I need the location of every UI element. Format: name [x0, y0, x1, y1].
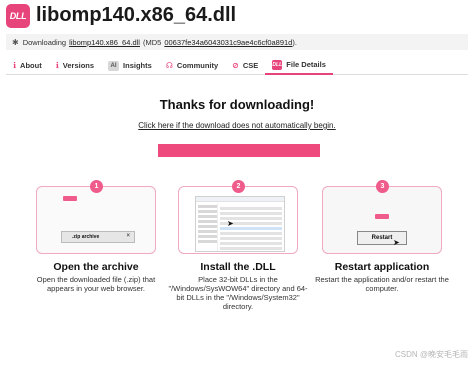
tab-community-label: Community: [176, 61, 219, 70]
tab-about-label: About: [20, 61, 42, 70]
tab-versions-label: Versions: [62, 61, 95, 70]
thanks-heading: Thanks for downloading!: [159, 97, 315, 112]
click-here-link[interactable]: Click here if the download does not auto…: [0, 121, 474, 130]
file-link[interactable]: libomp140.x86_64.dll: [69, 38, 140, 47]
versions-icon: ℹ: [55, 61, 59, 70]
downloading-label: Downloading: [22, 37, 67, 47]
ai-icon: AI: [108, 60, 120, 71]
tab-bar: ℹ About ℹ Versions AI Insights ☊ Communi…: [6, 56, 468, 75]
step-open-archive-card: 1 .zip archive ×: [36, 180, 156, 254]
dlls-logo: [375, 214, 389, 219]
tab-about[interactable]: ℹ About: [6, 56, 49, 75]
md5-close: ).: [292, 37, 297, 47]
tab-insights-label: Insights: [123, 61, 152, 70]
close-icon: ×: [126, 233, 130, 239]
step-number-badge: 2: [232, 180, 245, 193]
download-info-bar: ✱ Downloading libomp140.x86_64.dll (MD5 …: [6, 34, 468, 50]
page-title: libomp140.x86_64.dll: [36, 4, 237, 26]
step-title: Restart application: [334, 261, 430, 273]
tab-file-details[interactable]: DLL File Details: [265, 56, 333, 75]
file-explorer-illustration: [195, 196, 285, 252]
md5-value[interactable]: 00637fe34a6043031c9ae4c6cf0a891d: [164, 38, 292, 47]
dll-logo: DLL: [6, 4, 30, 28]
zip-archive-illustration: .zip archive ×: [61, 231, 135, 243]
progress-fill: [158, 144, 320, 157]
step-restart-card: 3 Restart ➤: [322, 180, 442, 254]
tab-community[interactable]: ☊ Community: [159, 56, 225, 75]
header: DLL libomp140.x86_64.dll: [0, 0, 474, 34]
watermark: CSDN @晚安毛毛雨: [394, 350, 468, 359]
cse-icon: ⊘: [232, 61, 239, 70]
info-icon: ℹ: [13, 61, 17, 70]
tab-insights[interactable]: AI Insights: [101, 56, 159, 75]
step-install-dll-card: 2 ➤: [178, 180, 298, 254]
step-description: Open the downloaded file (.zip) that app…: [36, 275, 156, 293]
md5-label: (MD5: [142, 37, 162, 47]
tab-cse[interactable]: ⊘ CSE: [225, 56, 265, 75]
step-title: Open the archive: [53, 261, 139, 273]
zip-label: .zip archive: [72, 234, 100, 240]
tab-versions[interactable]: ℹ Versions: [49, 56, 101, 75]
step-number-badge: 3: [376, 180, 389, 193]
dlls-logo: [63, 196, 77, 201]
cursor-icon: ➤: [393, 238, 400, 247]
gear-icon: ✱: [12, 37, 19, 47]
community-icon: ☊: [165, 61, 173, 70]
cursor-icon: ➤: [227, 219, 234, 228]
tab-cse-label: CSE: [242, 61, 259, 70]
step-description: Restart the application and/or restart t…: [315, 275, 449, 293]
download-progress-bar: [158, 144, 320, 157]
tab-file-details-label: File Details: [286, 60, 326, 69]
step-number-badge: 1: [90, 180, 103, 193]
dll-icon: DLL: [272, 59, 283, 70]
step-description: Place 32-bit DLLs in the "/Windows/SysWO…: [168, 275, 308, 311]
step-title: Install the .DLL: [200, 261, 276, 273]
